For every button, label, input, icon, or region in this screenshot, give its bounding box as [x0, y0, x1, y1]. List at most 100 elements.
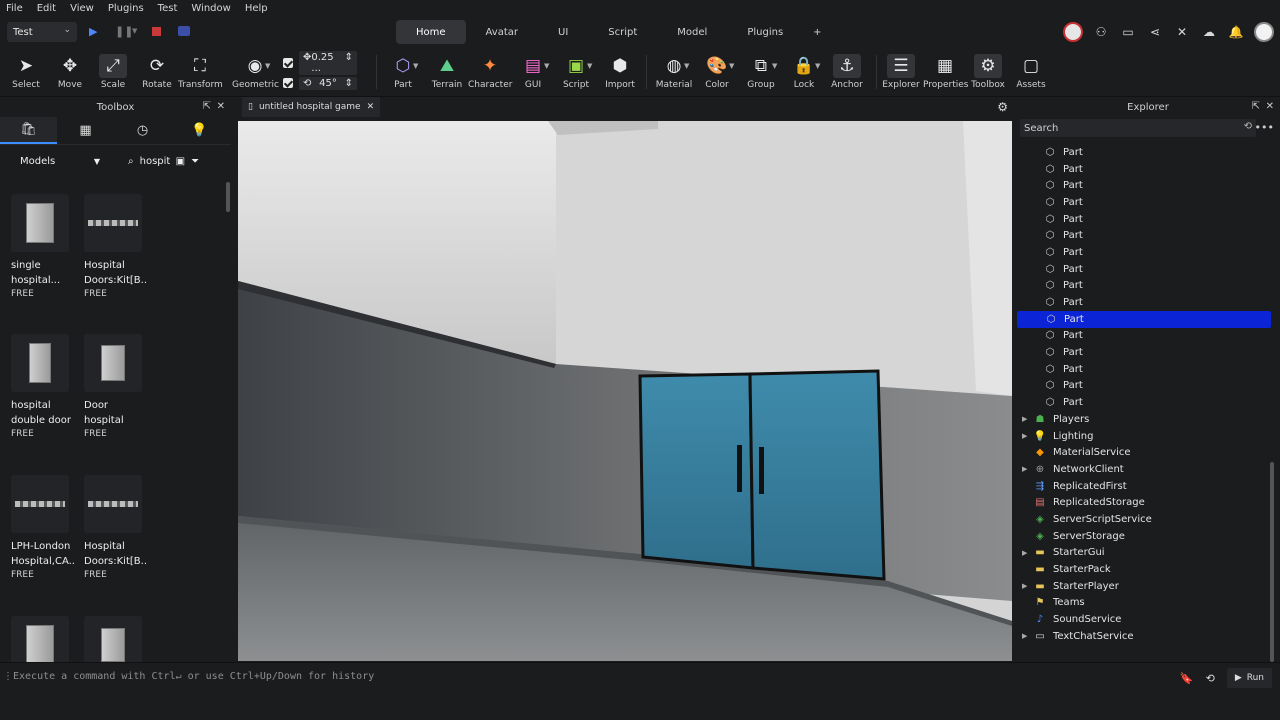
explorer-tool[interactable]: ☰ Explorer: [879, 54, 923, 90]
tree-item-part[interactable]: ⬡ Part: [1016, 394, 1280, 411]
user-avatar[interactable]: [1254, 22, 1274, 42]
transform-tool[interactable]: ⛶ Transform: [178, 54, 223, 90]
client-server-icon[interactable]: [178, 26, 190, 36]
tree-item-part[interactable]: ⬡ Part: [1017, 310, 1271, 328]
explorer-search-input[interactable]: Search ⟲: [1020, 119, 1256, 137]
comments-icon[interactable]: ▭: [1119, 22, 1137, 42]
expand-arrow-icon[interactable]: ▶: [1022, 549, 1027, 557]
tree-item-soundservice[interactable]: ♪ SoundService: [1016, 611, 1280, 628]
asset-card[interactable]: LPH-London Hospital,CA... FREE: [11, 475, 75, 580]
tab-model[interactable]: Model: [657, 20, 727, 44]
creations-tab[interactable]: 💡: [171, 117, 228, 144]
play-options-chevron-icon[interactable]: ▼: [132, 27, 137, 35]
tree-item-serverstorage[interactable]: ◈ ServerStorage: [1016, 528, 1280, 545]
menu-plugins[interactable]: Plugins: [108, 3, 144, 14]
tree-item-replicatedfirst[interactable]: ⇶ ReplicatedFirst: [1016, 478, 1280, 495]
tree-item-part[interactable]: ⬡ Part: [1016, 344, 1280, 361]
color-dropdown-icon[interactable]: ▼: [729, 62, 734, 70]
asset-card[interactable]: Hospital Doors:Kit[B... FREE: [84, 475, 148, 580]
bookmark-icon[interactable]: 🔖: [1180, 672, 1194, 685]
asset-card[interactable]: hospital double door FREE: [11, 334, 75, 439]
menu-edit[interactable]: Edit: [37, 3, 56, 14]
team-create-icon[interactable]: ✕: [1173, 22, 1191, 42]
assets-tool[interactable]: ▢ Assets: [1009, 54, 1053, 90]
tree-item-startergui[interactable]: ▶ ▬ StarterGui: [1016, 545, 1280, 562]
move-snap-checkbox[interactable]: [283, 58, 293, 68]
pause-icon[interactable]: ❚❚: [115, 25, 133, 38]
geometric-dropdown-icon[interactable]: ▼: [265, 62, 270, 70]
expand-arrow-icon[interactable]: ▶: [1022, 415, 1027, 423]
script-tool[interactable]: ▣ Script: [554, 54, 598, 90]
tree-item-part[interactable]: ⬡ Part: [1016, 194, 1280, 211]
scale-tool[interactable]: ⤢ Scale: [91, 54, 135, 90]
tab-plugins[interactable]: Plugins: [727, 20, 803, 44]
asset-card[interactable]: Hospital Doors:Kit[B... FREE: [84, 194, 148, 299]
tab-avatar[interactable]: Avatar: [466, 20, 538, 44]
tree-item-replicatedstorage[interactable]: ▤ ReplicatedStorage: [1016, 494, 1280, 511]
lock-dropdown-icon[interactable]: ▼: [815, 62, 820, 70]
tab-home[interactable]: Home: [396, 20, 466, 44]
more-options-icon[interactable]: •••: [1255, 121, 1274, 134]
history-icon[interactable]: ⟲: [1206, 672, 1215, 685]
category-dropdown[interactable]: Models ▼: [8, 151, 104, 171]
expand-arrow-icon[interactable]: ▶: [1022, 465, 1027, 473]
cloud-icon[interactable]: ☁: [1200, 22, 1218, 42]
close-icon[interactable]: ✕: [217, 101, 225, 112]
tree-item-part[interactable]: ⬡ Part: [1016, 177, 1280, 194]
undock-icon[interactable]: ⇱: [1252, 101, 1260, 112]
menu-test[interactable]: Test: [158, 3, 178, 14]
expand-arrow-icon[interactable]: ▶: [1022, 432, 1027, 440]
play-icon[interactable]: ▶: [89, 25, 97, 38]
gui-dropdown-icon[interactable]: ▼: [544, 62, 549, 70]
tree-item-part[interactable]: ⬡ Part: [1016, 261, 1280, 278]
add-tab-button[interactable]: +: [803, 20, 831, 44]
group-dropdown-icon[interactable]: ▼: [772, 62, 777, 70]
terrain-tool[interactable]: ⛰ Terrain: [425, 54, 469, 90]
tree-item-textchatservice[interactable]: ▶ ▭ TextChatService: [1016, 628, 1280, 645]
toolbox-search-input[interactable]: hospita: [140, 156, 170, 167]
stop-icon[interactable]: [152, 27, 161, 36]
toolbox-tool[interactable]: ⚙ Toolbox: [966, 54, 1010, 90]
character-tool[interactable]: ✦ Character: [468, 54, 512, 90]
rotate-snap[interactable]: ⟲ 45° ⇕: [283, 75, 367, 91]
tree-item-part[interactable]: ⬡ Part: [1016, 144, 1280, 161]
drag-handle-icon[interactable]: ⋮: [3, 671, 13, 682]
expand-arrow-icon[interactable]: ▶: [1022, 582, 1027, 590]
move-tool[interactable]: ✥ Move: [48, 54, 92, 90]
part-dropdown-icon[interactable]: ▼: [413, 62, 418, 70]
asset-card[interactable]: single hospital... FREE: [11, 194, 75, 299]
viewport-settings-icon[interactable]: ⚙: [997, 100, 1008, 114]
tree-item-part[interactable]: ⬡ Part: [1016, 161, 1280, 178]
expand-arrow-icon[interactable]: ▶: [1022, 632, 1027, 640]
geometric-tool[interactable]: ◉ Geometric: [232, 54, 279, 90]
recent-tab[interactable]: ◷: [114, 117, 171, 144]
rotate-tool[interactable]: ⟳ Rotate: [135, 54, 179, 90]
script-dropdown-icon[interactable]: ▼: [587, 62, 592, 70]
run-button[interactable]: ▶ Run: [1226, 668, 1272, 688]
stepper-icon[interactable]: ⇕: [345, 52, 353, 74]
tree-item-part[interactable]: ⬡ Part: [1016, 244, 1280, 261]
tab-script[interactable]: Script: [588, 20, 657, 44]
3d-viewport[interactable]: [238, 121, 1012, 661]
tree-item-part[interactable]: ⬡ Part: [1016, 328, 1280, 345]
tree-item-teams[interactable]: ⚑ Teams: [1016, 595, 1280, 612]
tree-item-part[interactable]: ⬡ Part: [1016, 378, 1280, 395]
document-tab[interactable]: ▯ untitled hospital game ✕: [242, 97, 381, 117]
undock-icon[interactable]: ⇱: [203, 101, 211, 112]
properties-tool[interactable]: ▦ Properties: [923, 54, 968, 90]
tree-item-part[interactable]: ⬡ Part: [1016, 294, 1280, 311]
command-input[interactable]: Execute a command with Ctrl↵ or use Ctrl…: [13, 671, 374, 682]
import-tool[interactable]: ⬢ Import: [598, 54, 642, 90]
tree-item-lighting[interactable]: ▶ 💡 Lighting: [1016, 428, 1280, 445]
menu-window[interactable]: Window: [191, 3, 230, 14]
color-tool[interactable]: 🎨 Color: [695, 54, 739, 90]
tree-item-starterplayer[interactable]: ▶ ▬ StarterPlayer: [1016, 578, 1280, 595]
tree-item-networkclient[interactable]: ▶ ⊕ NetworkClient: [1016, 461, 1280, 478]
share-icon[interactable]: ⋖: [1146, 22, 1164, 42]
mode-select[interactable]: Test ⌄: [7, 22, 77, 42]
move-snap[interactable]: ✥ 0.25 ... ⇕: [283, 51, 367, 75]
tree-item-serverscriptservice[interactable]: ◈ ServerScriptService: [1016, 511, 1280, 528]
filter-icon[interactable]: ⏷: [191, 156, 199, 167]
explorer-scrollbar[interactable]: [1270, 462, 1274, 662]
stepper-icon[interactable]: ⇕: [345, 78, 353, 89]
